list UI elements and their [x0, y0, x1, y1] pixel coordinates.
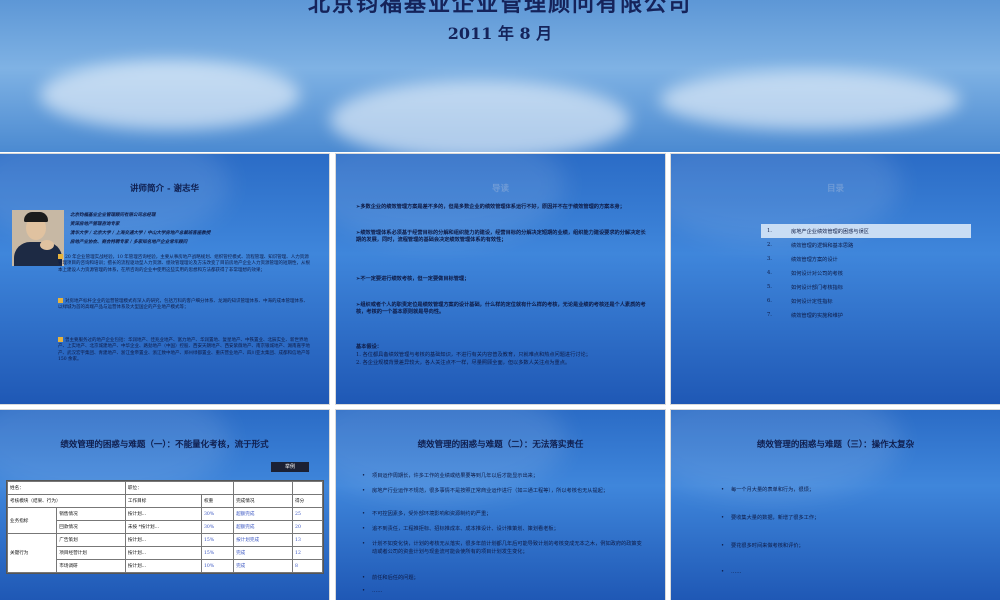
- toc-item[interactable]: 7. 绩效管理的实施和维护: [761, 308, 971, 322]
- bullet-marker-icon: [58, 337, 63, 342]
- form-header-cell: 工作目标: [124, 494, 203, 508]
- bullet-item: 项目运作周期长，许多工作的业绩或结果要等到几年以后才能显示出来；: [362, 472, 643, 480]
- bullet-item: 计划不如变化快，计划的考核无从落实，很多年前计划都几年后可能导致计划的考核变成无…: [362, 540, 643, 556]
- bio-line: 北京钧福基业企业管理顾问有限公司总经理: [70, 213, 156, 218]
- post-label: 职位：: [124, 481, 235, 495]
- toc-item[interactable]: 3. 绩效管理方案的设计: [761, 252, 971, 266]
- bio-paragraph: 20 年企业管理实战经验，10 年管理咨询经验，主要从事房地产战略规划、组织管控…: [58, 254, 310, 273]
- slide-problem-two[interactable]: 绩效管理的困惑与难题（二）：无法落实责任 项目运作周期长，许多工作的业绩或结果要…: [336, 410, 665, 600]
- bullet-marker-icon: [58, 254, 63, 259]
- cloud-decoration: [40, 60, 300, 130]
- guide-paragraph: ➢多数企业的绩效管理方案是差不多的，但是多数企业的绩效管理体系运行不好，原因并不…: [356, 204, 625, 210]
- bio-line: 资深房地产管理咨询专家: [70, 222, 120, 227]
- bullet-item: 前任和后任的问题；: [362, 574, 643, 582]
- basics-title: 基本假设：: [356, 344, 382, 350]
- slide-instructor[interactable]: 讲师简介 - 谢志华 北京钧福基业企业管理顾问有限公司总经理 资深房地产管理咨询…: [0, 154, 329, 404]
- table-row: 业务指标 销售情况 按计划... 30% 超额完成 25: [6, 507, 323, 534]
- bullet-item: 要花很多时间来做考核和评价；: [721, 542, 980, 550]
- slide-contents[interactable]: 目录 1. 房地产企业绩效管理的困惑与误区 2. 绩效管理的逻辑和基本思路 3. 绩效…: [671, 154, 1000, 404]
- slide-title: 导读: [491, 184, 509, 194]
- bio-paragraph: 曾主要服务过的地产企业包括：华润地产、佳兆业地产、富力地产、华润置地、复星地产、…: [58, 337, 310, 363]
- slide-problem-three[interactable]: 绩效管理的困惑与难题（三）：操作太复杂 每一个月大量的表单和行为，很烦； 要收集…: [671, 410, 1000, 600]
- toc-item[interactable]: 5. 如何设计部门考核指标: [761, 280, 971, 294]
- guide-paragraph: ➢不一定要进行绩效考核，但一定要做目标管理；: [356, 276, 470, 282]
- evaluation-form: 姓名： 职位： 考核模块（结果、行为） 工作目标 权重 完成情况 得分 业务指标…: [6, 480, 324, 574]
- basics-item: 1. 各位都具备绩效管理与考核的基础知识，不进行有关内容普及教育，只就难点和热点…: [356, 352, 591, 358]
- toc-item[interactable]: 4. 如何设计对公司的考核: [761, 266, 971, 280]
- bullet-item: ……: [721, 568, 980, 576]
- form-header-cell: 完成情况: [233, 494, 294, 508]
- instructor-photo: [12, 210, 64, 266]
- toc-item[interactable]: 6. 如何设计定性指标: [761, 294, 971, 308]
- company-name: 北京钧福基业企业管理顾问有限公司: [307, 0, 692, 17]
- form-header-cell: 考核模块（结果、行为）: [7, 494, 126, 508]
- cloud-decoration: [660, 70, 960, 130]
- cover-slide: 北京钧福基业企业管理顾问有限公司 2011 年 8 月: [0, 0, 1000, 152]
- bio-line: 房地产业协会、商会特聘专家 / 多家知名地产企业常年顾问: [70, 240, 188, 245]
- guide-paragraph: ➢绩效管理体系必须基于经营目标的分解和组织能力的建设，经营目标的分解决定短期的业…: [356, 230, 646, 244]
- bullet-item: 不可控因素多，受外部环境影响和资源制约的严重；: [362, 510, 643, 518]
- bullet-item: 每一个月大量的表单和行为，很烦；: [721, 486, 980, 494]
- slide-title: 绩效管理的困惑与难题（一）：不能量化考核，流于形式: [60, 440, 269, 450]
- bullet-item: 追不到责任，工程推拒标、招标推成本、成本推设计、设计推策划、策划看老板；: [362, 525, 643, 533]
- slide-title: 讲师简介 - 谢志华: [130, 184, 199, 194]
- table-row: 关键行为 广告策划 按计划... 15% 按计划完成 13: [6, 533, 323, 573]
- bullet-item: 房地产行业运作不规范，很多事情不是按照正常商业运作进行（如三通工程等），所以考核…: [362, 487, 643, 495]
- bio-paragraph: 对房地产标杆企业的运营管理模式有深入的研究，包括万科的客户细分体系、龙湖的知识管…: [58, 298, 308, 311]
- form-side-label: 业务指标: [6, 507, 58, 534]
- example-tag: 举例: [271, 462, 309, 472]
- guide-paragraph: ➢组织或者个人的职责定位是绩效管理方案的设计基础，什么样的定位就有什么样的考核，…: [356, 302, 646, 316]
- bio-line: 清华大学 / 北京大学 / 上海交通大学 / 中山大学房地产总裁班客座教授: [70, 231, 211, 236]
- toc-item[interactable]: 1. 房地产企业绩效管理的困惑与误区: [761, 224, 971, 238]
- toc-item[interactable]: 2. 绩效管理的逻辑和基本思路: [761, 238, 971, 252]
- slide-guide[interactable]: 导读 ➢多数企业的绩效管理方案是差不多的，但是多数企业的绩效管理体系运行不好，原…: [336, 154, 665, 404]
- cloud-decoration: [330, 80, 630, 152]
- form-header-cell: 权重: [200, 494, 235, 508]
- slide-title: 目录: [826, 184, 844, 194]
- name-label: 姓名：: [7, 481, 126, 495]
- form-side-label: 关键行为: [6, 533, 58, 573]
- form-header-cell: 得分: [292, 494, 323, 508]
- bullet-marker-icon: [58, 298, 63, 303]
- bullet-item: 要收集大量的数据，新增了很多工作；: [721, 514, 980, 522]
- slide-problem-one[interactable]: 绩效管理的困惑与难题（一）：不能量化考核，流于形式 举例 姓名： 职位： 考核模…: [0, 410, 329, 600]
- cover-date: 2011 年 8 月: [447, 24, 553, 43]
- basics-item: 2. 各企业规模背景差异较大，各人关注点不一样，尽量照顾全面，但以多数人关注点为…: [356, 360, 571, 366]
- slide-title: 绩效管理的困惑与难题（三）：操作太复杂: [756, 440, 915, 450]
- toc-list: 1. 房地产企业绩效管理的困惑与误区 2. 绩效管理的逻辑和基本思路 3. 绩效管理方…: [761, 224, 971, 322]
- bullet-item: ……: [362, 587, 643, 595]
- slide-title: 绩效管理的困惑与难题（二）：无法落实责任: [417, 440, 584, 450]
